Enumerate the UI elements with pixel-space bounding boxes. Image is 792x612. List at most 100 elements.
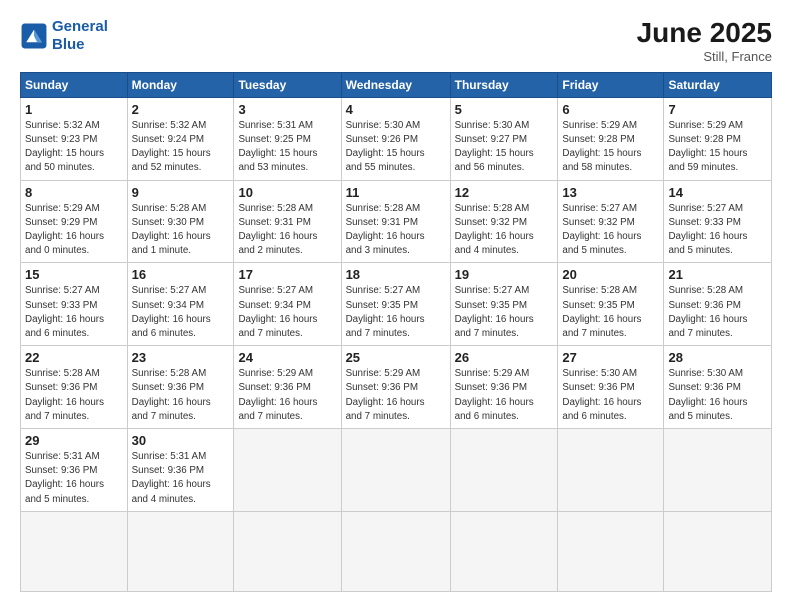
day-info: Sunrise: 5:28 AMSunset: 9:32 PMDaylight:… <box>455 202 554 259</box>
col-saturday: Saturday <box>664 72 772 97</box>
table-row <box>341 511 450 591</box>
table-row: 6 Sunrise: 5:29 AMSunset: 9:28 PMDayligh… <box>558 97 664 180</box>
table-row: 9 Sunrise: 5:28 AMSunset: 9:30 PMDayligh… <box>127 180 234 263</box>
table-row <box>341 429 450 512</box>
calendar-row: 1 Sunrise: 5:32 AMSunset: 9:23 PMDayligh… <box>21 97 772 180</box>
day-info: Sunrise: 5:29 AMSunset: 9:36 PMDaylight:… <box>346 367 446 424</box>
day-info: Sunrise: 5:28 AMSunset: 9:31 PMDaylight:… <box>238 202 336 259</box>
day-info: Sunrise: 5:28 AMSunset: 9:30 PMDaylight:… <box>132 202 230 259</box>
day-number: 5 <box>455 102 554 117</box>
day-number: 27 <box>562 350 659 365</box>
day-number: 20 <box>562 267 659 282</box>
day-number: 16 <box>132 267 230 282</box>
table-row: 10 Sunrise: 5:28 AMSunset: 9:31 PMDaylig… <box>234 180 341 263</box>
table-row: 19 Sunrise: 5:27 AMSunset: 9:35 PMDaylig… <box>450 263 558 346</box>
calendar-header-row: Sunday Monday Tuesday Wednesday Thursday… <box>21 72 772 97</box>
day-info: Sunrise: 5:32 AMSunset: 9:24 PMDaylight:… <box>132 119 230 176</box>
day-number: 2 <box>132 102 230 117</box>
day-number: 24 <box>238 350 336 365</box>
table-row: 7 Sunrise: 5:29 AMSunset: 9:28 PMDayligh… <box>664 97 772 180</box>
day-number: 4 <box>346 102 446 117</box>
col-thursday: Thursday <box>450 72 558 97</box>
table-row: 29 Sunrise: 5:31 AMSunset: 9:36 PMDaylig… <box>21 429 128 512</box>
table-row: 27 Sunrise: 5:30 AMSunset: 9:36 PMDaylig… <box>558 346 664 429</box>
day-info: Sunrise: 5:29 AMSunset: 9:29 PMDaylight:… <box>25 202 123 259</box>
table-row: 20 Sunrise: 5:28 AMSunset: 9:35 PMDaylig… <box>558 263 664 346</box>
table-row: 12 Sunrise: 5:28 AMSunset: 9:32 PMDaylig… <box>450 180 558 263</box>
table-row: 22 Sunrise: 5:28 AMSunset: 9:36 PMDaylig… <box>21 346 128 429</box>
table-row <box>450 429 558 512</box>
logo: General Blue <box>20 18 108 54</box>
day-info: Sunrise: 5:28 AMSunset: 9:36 PMDaylight:… <box>25 367 123 424</box>
day-info: Sunrise: 5:32 AMSunset: 9:23 PMDaylight:… <box>25 119 123 176</box>
day-number: 11 <box>346 185 446 200</box>
day-info: Sunrise: 5:27 AMSunset: 9:33 PMDaylight:… <box>25 284 123 341</box>
day-info: Sunrise: 5:29 AMSunset: 9:28 PMDaylight:… <box>668 119 767 176</box>
month-title: June 2025 <box>637 18 772 49</box>
table-row <box>558 429 664 512</box>
day-number: 10 <box>238 185 336 200</box>
logo-text: General Blue <box>52 18 108 54</box>
calendar-row: 15 Sunrise: 5:27 AMSunset: 9:33 PMDaylig… <box>21 263 772 346</box>
day-info: Sunrise: 5:28 AMSunset: 9:31 PMDaylight:… <box>346 202 446 259</box>
day-info: Sunrise: 5:30 AMSunset: 9:36 PMDaylight:… <box>562 367 659 424</box>
day-info: Sunrise: 5:27 AMSunset: 9:35 PMDaylight:… <box>346 284 446 341</box>
day-number: 7 <box>668 102 767 117</box>
day-number: 29 <box>25 433 123 448</box>
day-info: Sunrise: 5:27 AMSunset: 9:34 PMDaylight:… <box>132 284 230 341</box>
table-row: 13 Sunrise: 5:27 AMSunset: 9:32 PMDaylig… <box>558 180 664 263</box>
logo-line1: General <box>52 18 108 35</box>
calendar-row: 8 Sunrise: 5:29 AMSunset: 9:29 PMDayligh… <box>21 180 772 263</box>
page: General Blue June 2025 Still, France Sun… <box>0 0 792 612</box>
day-number: 12 <box>455 185 554 200</box>
table-row: 4 Sunrise: 5:30 AMSunset: 9:26 PMDayligh… <box>341 97 450 180</box>
table-row: 26 Sunrise: 5:29 AMSunset: 9:36 PMDaylig… <box>450 346 558 429</box>
col-monday: Monday <box>127 72 234 97</box>
table-row <box>450 511 558 591</box>
day-info: Sunrise: 5:30 AMSunset: 9:26 PMDaylight:… <box>346 119 446 176</box>
table-row: 23 Sunrise: 5:28 AMSunset: 9:36 PMDaylig… <box>127 346 234 429</box>
table-row <box>558 511 664 591</box>
table-row: 8 Sunrise: 5:29 AMSunset: 9:29 PMDayligh… <box>21 180 128 263</box>
calendar-row: 22 Sunrise: 5:28 AMSunset: 9:36 PMDaylig… <box>21 346 772 429</box>
day-number: 3 <box>238 102 336 117</box>
col-friday: Friday <box>558 72 664 97</box>
day-info: Sunrise: 5:29 AMSunset: 9:28 PMDaylight:… <box>562 119 659 176</box>
table-row: 3 Sunrise: 5:31 AMSunset: 9:25 PMDayligh… <box>234 97 341 180</box>
table-row: 14 Sunrise: 5:27 AMSunset: 9:33 PMDaylig… <box>664 180 772 263</box>
table-row <box>664 429 772 512</box>
table-row <box>234 511 341 591</box>
table-row: 25 Sunrise: 5:29 AMSunset: 9:36 PMDaylig… <box>341 346 450 429</box>
col-wednesday: Wednesday <box>341 72 450 97</box>
col-tuesday: Tuesday <box>234 72 341 97</box>
day-number: 26 <box>455 350 554 365</box>
table-row: 1 Sunrise: 5:32 AMSunset: 9:23 PMDayligh… <box>21 97 128 180</box>
table-row: 16 Sunrise: 5:27 AMSunset: 9:34 PMDaylig… <box>127 263 234 346</box>
day-number: 23 <box>132 350 230 365</box>
day-number: 15 <box>25 267 123 282</box>
day-info: Sunrise: 5:28 AMSunset: 9:36 PMDaylight:… <box>668 284 767 341</box>
day-number: 6 <box>562 102 659 117</box>
day-number: 28 <box>668 350 767 365</box>
logo-icon <box>20 22 48 50</box>
table-row: 18 Sunrise: 5:27 AMSunset: 9:35 PMDaylig… <box>341 263 450 346</box>
day-info: Sunrise: 5:30 AMSunset: 9:27 PMDaylight:… <box>455 119 554 176</box>
day-info: Sunrise: 5:27 AMSunset: 9:32 PMDaylight:… <box>562 202 659 259</box>
day-info: Sunrise: 5:30 AMSunset: 9:36 PMDaylight:… <box>668 367 767 424</box>
table-row: 2 Sunrise: 5:32 AMSunset: 9:24 PMDayligh… <box>127 97 234 180</box>
calendar-row: 29 Sunrise: 5:31 AMSunset: 9:36 PMDaylig… <box>21 429 772 512</box>
day-info: Sunrise: 5:28 AMSunset: 9:35 PMDaylight:… <box>562 284 659 341</box>
table-row <box>234 429 341 512</box>
day-number: 21 <box>668 267 767 282</box>
day-number: 18 <box>346 267 446 282</box>
day-info: Sunrise: 5:27 AMSunset: 9:35 PMDaylight:… <box>455 284 554 341</box>
col-sunday: Sunday <box>21 72 128 97</box>
day-number: 17 <box>238 267 336 282</box>
calendar: Sunday Monday Tuesday Wednesday Thursday… <box>20 72 772 592</box>
table-row: 15 Sunrise: 5:27 AMSunset: 9:33 PMDaylig… <box>21 263 128 346</box>
day-number: 19 <box>455 267 554 282</box>
logo-line2: Blue <box>52 36 85 53</box>
table-row: 24 Sunrise: 5:29 AMSunset: 9:36 PMDaylig… <box>234 346 341 429</box>
table-row: 28 Sunrise: 5:30 AMSunset: 9:36 PMDaylig… <box>664 346 772 429</box>
day-number: 1 <box>25 102 123 117</box>
